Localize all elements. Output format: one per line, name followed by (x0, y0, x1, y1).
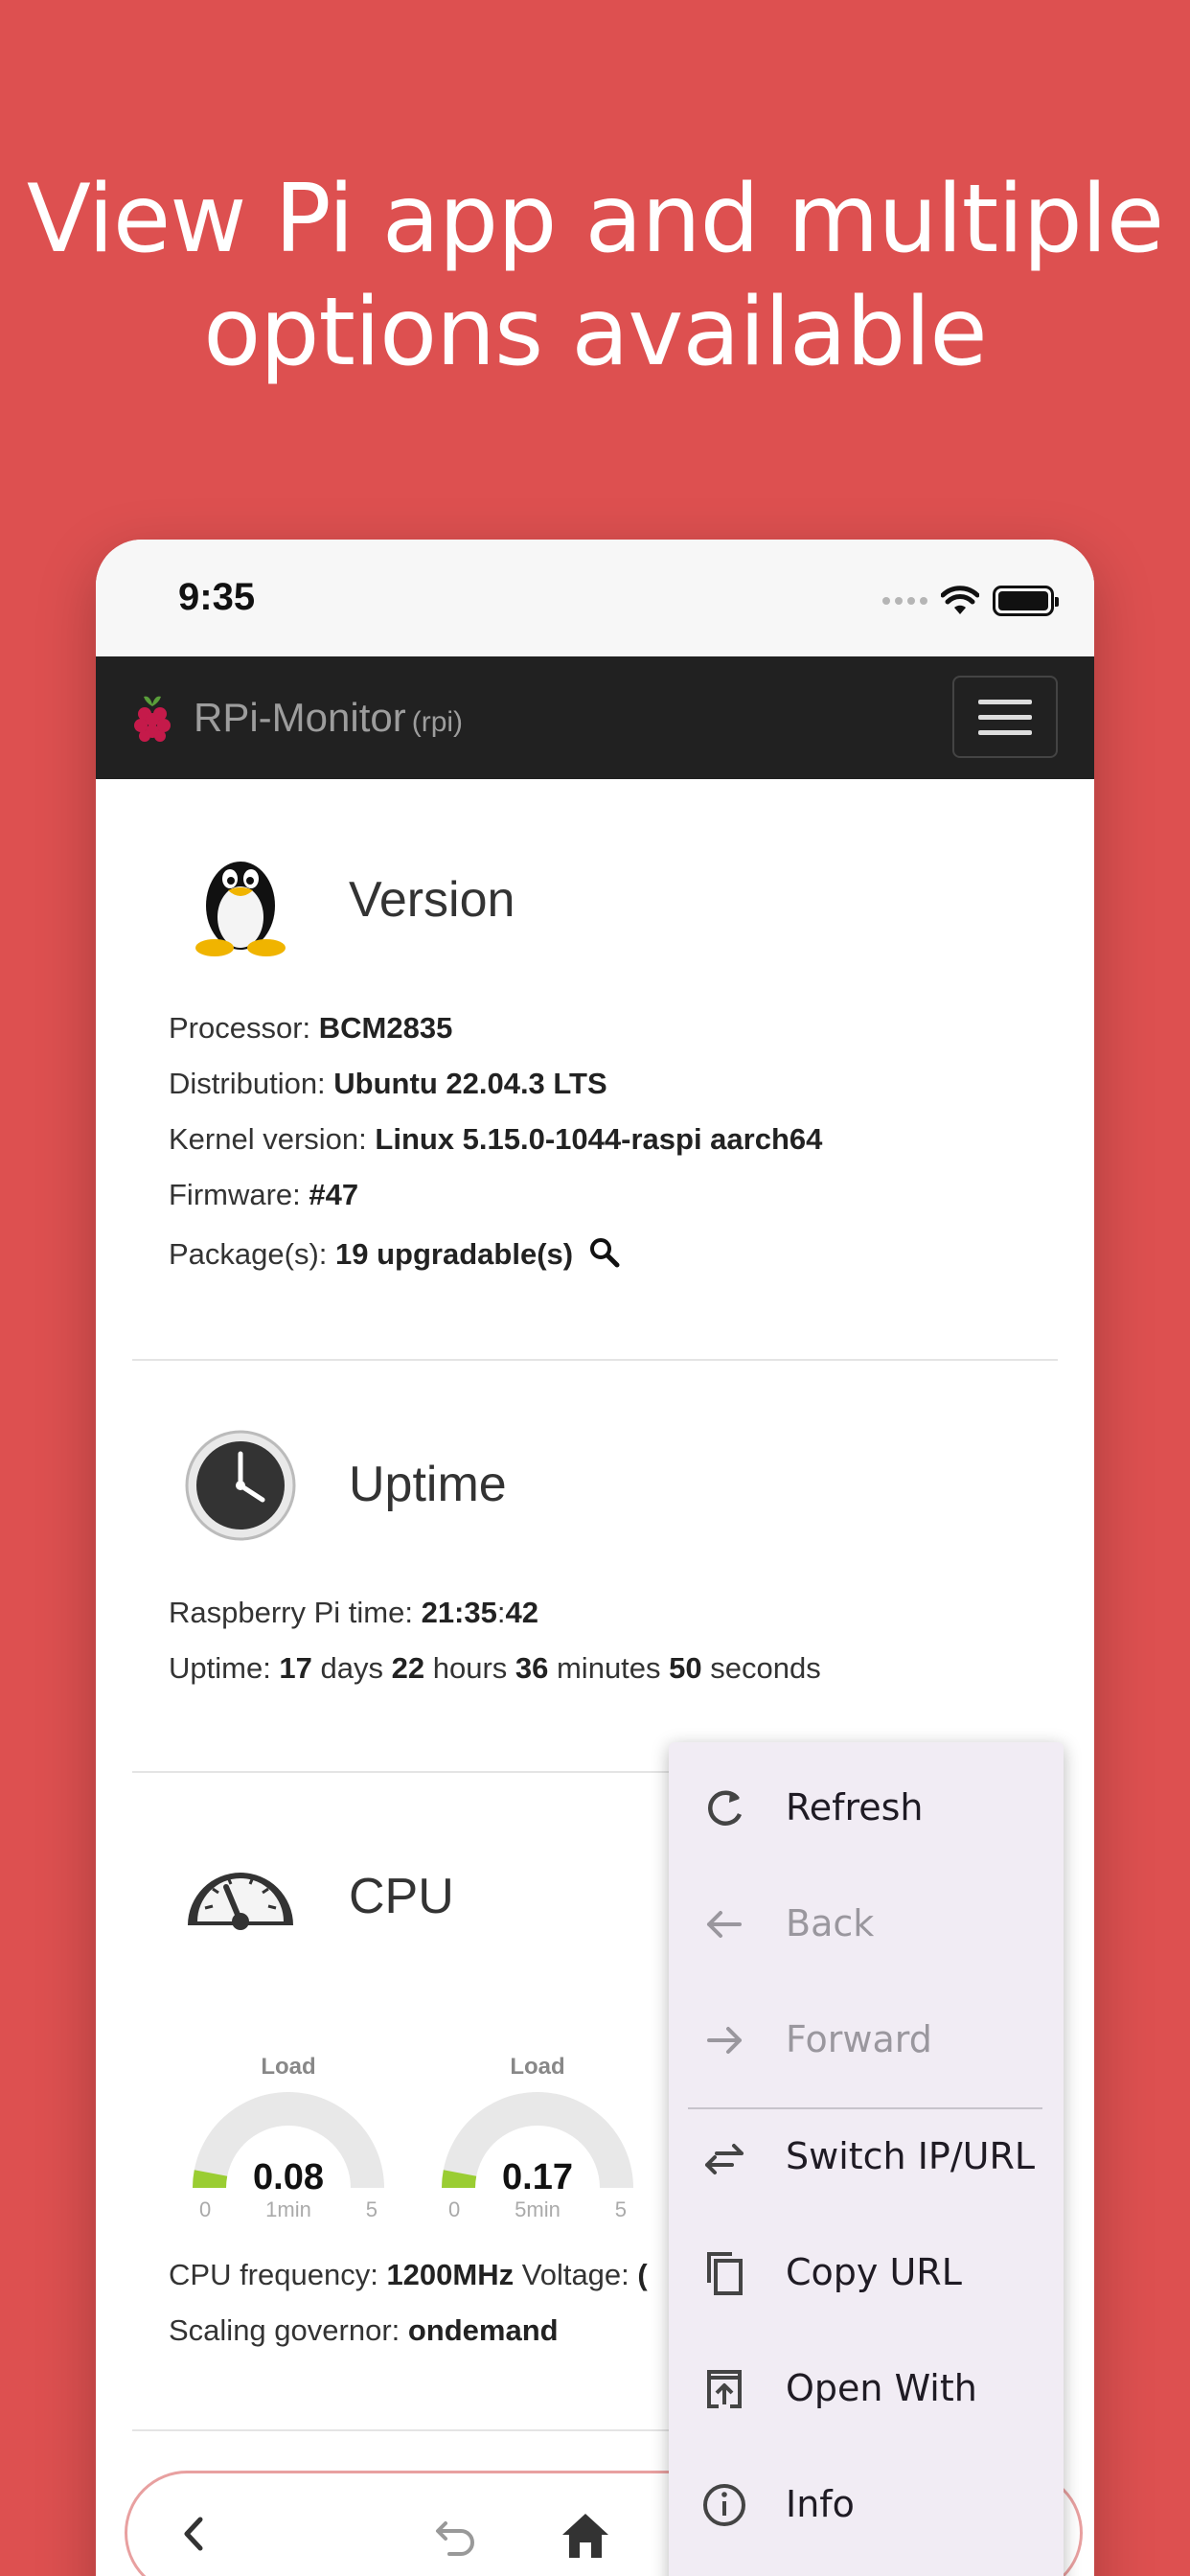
uptime-row: Uptime: 17 days 22 hours 36 minutes 50 s… (169, 1651, 821, 1685)
gauge-max: 5 (614, 2197, 627, 2221)
menu-item-label: Open With (786, 2367, 977, 2409)
battery-icon (993, 586, 1059, 616)
menu-item-label: Switch IP/URL (786, 2135, 1036, 2177)
swap-icon (705, 2144, 744, 2174)
status-bar: 9:35 (96, 540, 1094, 656)
menu-item-copy-url[interactable]: Copy URL (669, 2219, 1064, 2324)
version-title: Version (349, 872, 515, 928)
menu-item-label: Copy URL (786, 2251, 962, 2293)
menu-item-refresh[interactable]: Refresh (669, 1754, 1064, 1859)
copy-icon (707, 2252, 743, 2295)
navbar: RPi-Monitor (rpi) (96, 656, 1094, 779)
hamburger-menu-button[interactable] (952, 676, 1058, 758)
menu-item-back[interactable]: Back (669, 1870, 1064, 1975)
cpu-frequency-row: CPU frequency: 1200MHz Voltage: ( (169, 2258, 648, 2291)
chevron-left-icon[interactable] (175, 2510, 210, 2558)
clock-icon (185, 1430, 296, 1541)
arrow-left-icon (707, 1911, 742, 1938)
menu-item-label: Forward (786, 2018, 932, 2060)
governor-row: Scaling governor: ondemand (169, 2313, 559, 2347)
brand-host: (rpi) (411, 706, 464, 738)
refresh-icon (708, 1790, 743, 1826)
pi-time-row: Raspberry Pi time: 21:35:42 (169, 1596, 538, 1629)
menu-item-label: Refresh (786, 1786, 924, 1828)
overflow-menu: Refresh Back Forward Switch IP/URL Copy … (669, 1742, 1064, 2576)
open-with-icon (707, 2370, 742, 2408)
status-time: 9:35 (178, 576, 256, 618)
gauge-max: 5 (365, 2197, 378, 2221)
processor-row: Processor: BCM2835 (169, 1011, 453, 1045)
load-gauge-5min: Load 0.17 0 5min 5 (437, 2054, 638, 2226)
menu-item-open-with[interactable]: Open With (669, 2334, 1064, 2440)
menu-item-forward[interactable]: Forward (669, 1986, 1064, 2091)
menu-item-label: Back (786, 1902, 875, 1944)
wifi-icon (941, 586, 979, 614)
gauge-value: 0.17 (502, 2157, 573, 2197)
menu-item-info[interactable]: Info (669, 2450, 1064, 2556)
phone-frame: 9:35 RPi-Monitor (rpi) Version Processor… (96, 540, 1094, 2576)
menu-item-switch-ip-url[interactable]: Switch IP/URL (669, 2103, 1064, 2208)
search-icon[interactable] (589, 1237, 620, 1268)
packages-row: Package(s): 19 upgradable(s) (169, 1237, 620, 1272)
section-divider (132, 1359, 1058, 1361)
tux-penguin-icon (195, 862, 286, 956)
menu-item-label: Info (786, 2483, 855, 2525)
cpu-title: CPU (349, 1869, 454, 1924)
gauge-interval: 1min (265, 2197, 311, 2221)
undo-icon[interactable] (432, 2510, 480, 2558)
kernel-row: Kernel version: Linux 5.15.0-1044-raspi … (169, 1122, 823, 1156)
gauge-value: 0.08 (253, 2157, 324, 2197)
brand-title[interactable]: RPi-Monitor (rpi) (194, 695, 463, 741)
distribution-row: Distribution: Ubuntu 22.04.3 LTS (169, 1067, 607, 1100)
raspberry-logo-icon[interactable] (130, 693, 174, 745)
signal-icon (882, 597, 927, 605)
speedometer-icon (188, 1873, 293, 1930)
gauge-interval: 5min (515, 2197, 561, 2221)
load-gauge-1min: Load 0.08 0 1min 5 (188, 2054, 389, 2226)
headline: View Pi app and multiple options availab… (26, 165, 1164, 387)
home-icon[interactable] (559, 2510, 612, 2560)
info-icon (703, 2484, 745, 2526)
gauge-label: Load (510, 2054, 565, 2080)
uptime-title: Uptime (349, 1457, 507, 1512)
arrow-right-icon (707, 2027, 742, 2054)
firmware-row: Firmware: #47 (169, 1178, 359, 1211)
status-icons (882, 582, 1059, 620)
gauge-label: Load (261, 2054, 316, 2080)
